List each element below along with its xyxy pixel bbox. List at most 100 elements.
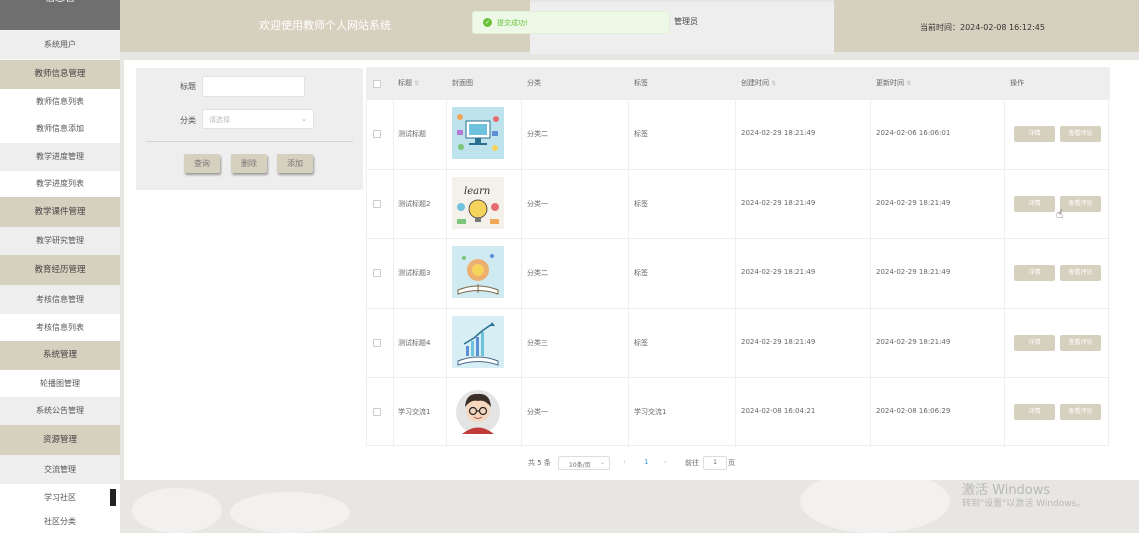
cover-image[interactable] [452,107,504,159]
title-search-input[interactable] [202,76,305,97]
cover-image[interactable] [452,316,504,368]
sidebar-item[interactable]: 考核信息列表 [0,314,120,341]
cell-title: 测试标题3 [398,269,431,277]
header-updated-text: 更新时间 [876,79,904,87]
page-size-value: 10条/页 [569,462,591,469]
goto-page-input[interactable]: 1 [703,456,727,470]
sidebar-item[interactable]: 学习社区 [0,484,120,511]
header-title[interactable]: 标题 ⇅ [398,78,419,88]
prev-page-button[interactable]: ‹ [623,458,626,466]
sidebar-item[interactable]: 教学课件管理 [0,197,120,227]
cell-created: 2024-02-08 16:04:21 [741,407,816,415]
sidebar-item[interactable]: 系统公告管理 [0,397,120,425]
cover-image[interactable] [452,246,504,298]
add-button[interactable]: 添加 [277,154,313,173]
sidebar-item[interactable]: 教师信息列表 [0,89,120,115]
row-checkbox[interactable] [373,269,381,277]
header-category: 分类 [527,79,541,87]
view-comments-button[interactable]: 查看评论 [1060,126,1101,142]
success-toast: ✓ 提交成功! [472,11,670,34]
sidebar-item[interactable]: 资源管理 [0,425,120,455]
cell-updated: 2024-02-29 18:21:49 [876,268,951,276]
detail-button[interactable]: 详情 [1014,196,1055,212]
sidebar-logo: 信息管 [0,0,120,30]
check-circle-icon: ✓ [483,18,492,27]
row-checkbox[interactable] [373,408,381,416]
sort-icon[interactable]: ⇅ [906,80,911,87]
cell-title: 测试标题 [398,130,426,138]
sidebar-item[interactable]: 社区分类 [0,511,120,533]
view-comments-button[interactable]: 查看评论 [1060,404,1101,420]
sort-icon[interactable]: ⇅ [771,80,776,87]
cell-created: 2024-02-29 18:21:49 [741,199,816,207]
background-bubble [132,488,222,533]
sidebar-item[interactable]: 教学进度列表 [0,171,120,197]
cell-title: 测试标题2 [398,200,431,208]
cover-image[interactable]: learn [452,177,504,229]
table-row: 测试标题3 分类二 标签 2024-02-29 18:21:49 2024-02-29 … [367,238,1110,308]
sidebar-item[interactable]: 教育经历管理 [0,255,120,285]
sidebar-item[interactable]: 教师信息管理 [0,60,120,89]
sidebar-item[interactable]: 教师信息添加 [0,115,120,143]
cell-updated: 2024-02-29 18:21:49 [876,338,951,346]
select-all-checkbox[interactable] [373,80,381,88]
query-button[interactable]: 查询 [184,154,220,173]
detail-button[interactable]: 详情 [1014,335,1055,351]
category-select[interactable]: 请选择 ⌄ [202,109,314,129]
page-suffix: 页 [728,459,735,467]
category-placeholder: 请选择 [209,116,230,124]
view-comments-button[interactable]: 查看评论 [1060,265,1101,281]
header-created[interactable]: 创建时间 ⇅ [741,78,776,88]
cover-image[interactable] [452,385,504,437]
cell-tag: 标签 [634,339,648,347]
table-row: 测试标题2 learn 分类一 标签 2024-02-29 18:21:49 2024-0… [367,169,1110,239]
delete-button[interactable]: 删除 [231,154,267,173]
sidebar-item[interactable]: 交流管理 [0,455,120,484]
goto-label: 前往 [685,459,699,467]
cell-tag: 学习交流1 [634,408,667,416]
windows-activation-hint: 转到"设置"以激活 Windows。 [962,499,1086,509]
row-checkbox[interactable] [373,339,381,347]
detail-button[interactable]: 详情 [1014,404,1055,420]
search-panel: 标题 分类 请选择 ⌄ 查询 删除 添加 [136,68,363,190]
sidebar: 信息管 系统用户教师信息管理教师信息列表教师信息添加教学进度管理教学进度列表教学… [0,0,120,533]
cell-created: 2024-02-29 18:21:49 [741,129,816,137]
cell-created: 2024-02-29 18:21:49 [741,338,816,346]
divider [146,141,353,142]
cell-category: 分类一 [527,408,548,416]
cell-tag: 标签 [634,130,648,138]
current-time: 当前时间：2024-02-08 16:12:45 [920,23,1045,32]
pagination-total: 共 5 条 [528,459,551,467]
view-comments-button[interactable]: 查看评论 [1060,335,1101,351]
cell-title: 测试标题4 [398,339,431,347]
sidebar-item[interactable]: 轮播图管理 [0,370,120,397]
cell-category: 分类三 [527,339,548,347]
sidebar-item[interactable]: 教学研究管理 [0,227,120,255]
toast-message: 提交成功! [497,19,528,27]
sidebar-item[interactable]: 系统管理 [0,341,120,370]
page-size-select[interactable]: 10条/页 ⌄ [558,456,610,470]
sidebar-item[interactable]: 考核信息管理 [0,285,120,314]
hand-cursor-icon: ☝ [1056,207,1064,221]
sidebar-scroll-indicator[interactable] [110,489,116,506]
cell-updated: 2024-02-08 16:06:29 [876,407,951,415]
cell-updated: 2024-02-29 18:21:49 [876,199,951,207]
sidebar-item[interactable]: 系统用户 [0,31,120,59]
sort-icon[interactable]: ⇅ [414,80,419,87]
detail-button[interactable]: 详情 [1014,126,1055,142]
next-page-button[interactable]: › [664,458,667,466]
page-number-1[interactable]: 1 [644,458,648,466]
header-updated[interactable]: 更新时间 ⇅ [876,78,911,88]
detail-button[interactable]: 详情 [1014,265,1055,281]
user-role[interactable]: 管理员 [674,16,698,27]
data-table: 标题 ⇅ 封面图 分类 标签 创建时间 ⇅ 更新时间 ⇅ 操作 测试标题 分类二标… [366,67,1110,447]
view-comments-button[interactable]: 查看评论 [1060,196,1101,212]
cell-created: 2024-02-29 18:21:49 [741,268,816,276]
cell-title: 学习交流1 [398,408,431,416]
header-banner: 欢迎使用教师个人网站系统 [120,0,530,52]
cell-category: 分类二 [527,130,548,138]
svg-text:learn: learn [464,186,490,197]
row-checkbox[interactable] [373,200,381,208]
row-checkbox[interactable] [373,130,381,138]
sidebar-item[interactable]: 教学进度管理 [0,143,120,171]
